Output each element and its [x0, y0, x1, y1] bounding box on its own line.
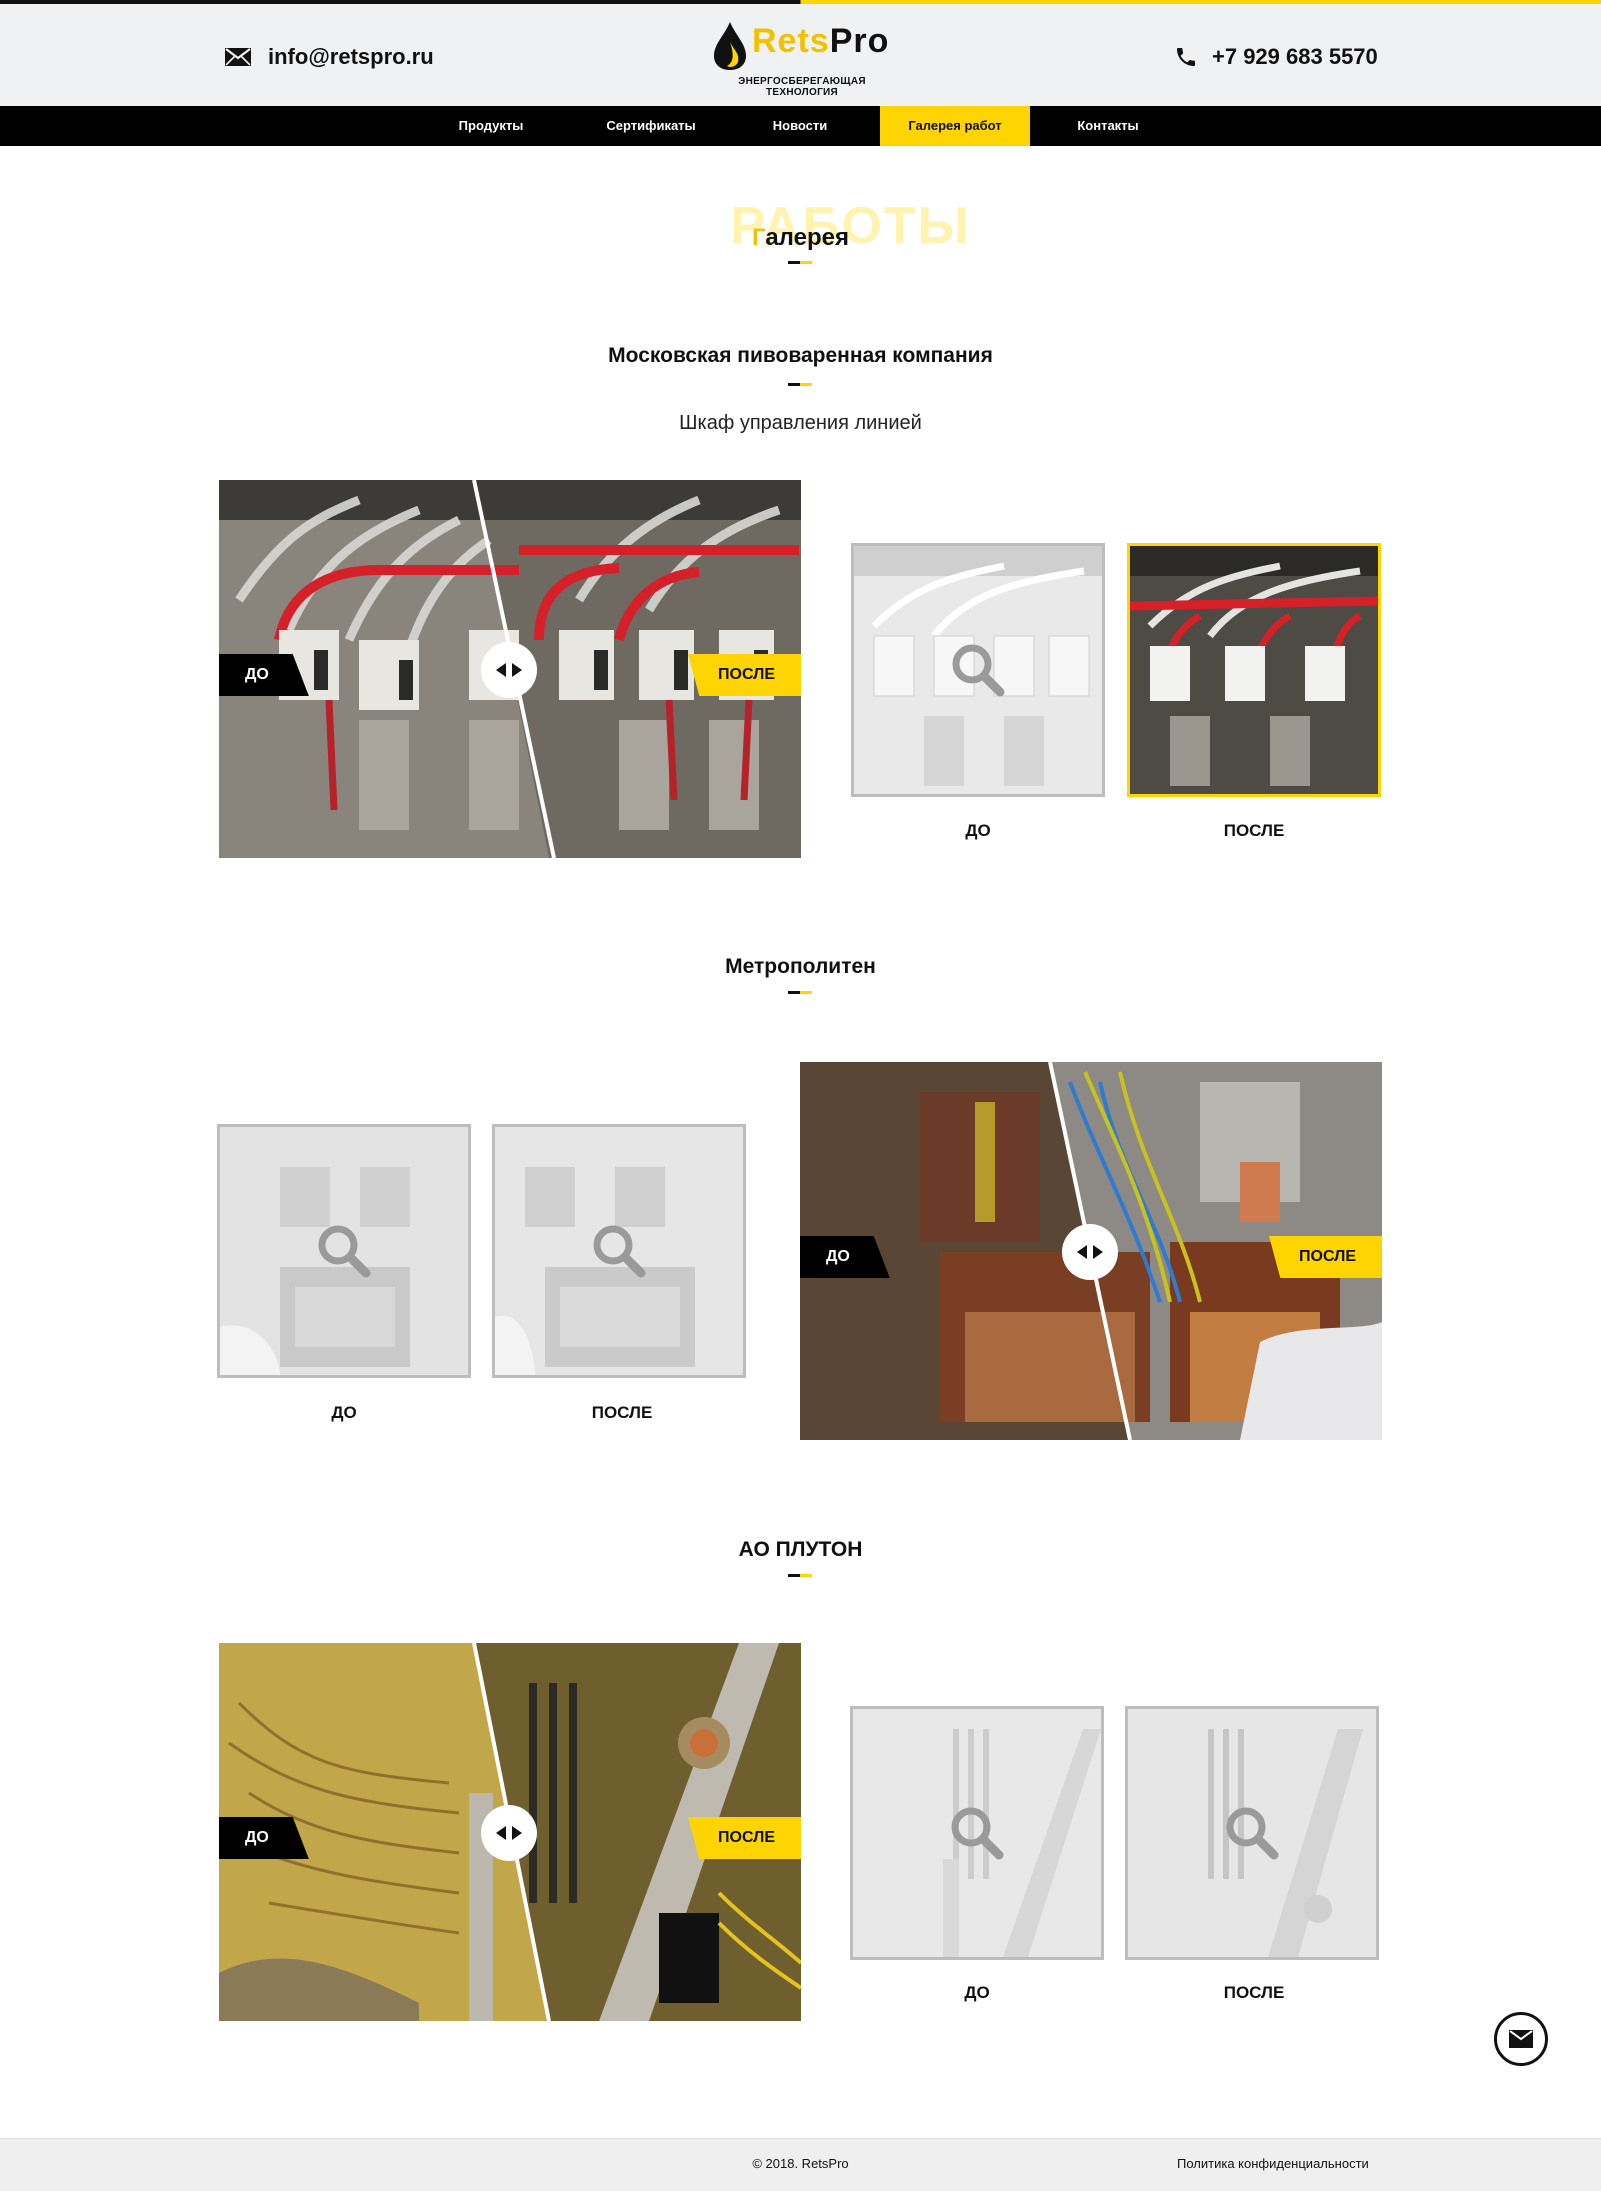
thumb-before-metro[interactable] — [217, 1124, 471, 1378]
section-title-pluton: АО ПЛУТОН — [738, 1538, 863, 1561]
thumb-before-pluton[interactable] — [850, 1706, 1104, 1960]
section-underline — [788, 991, 812, 994]
magnifier-icon — [593, 1225, 646, 1278]
thumb-label: ПОСЛЕ — [1223, 1983, 1285, 2002]
nav-item-news[interactable]: Новости — [752, 106, 848, 146]
thumb-after-pluton[interactable] — [1125, 1706, 1379, 1960]
thumb-label: ДО — [964, 1983, 990, 2002]
header-email: info@retspro.ru — [268, 44, 434, 69]
logo[interactable]: RetsPro ЭНЕРГОСБЕРЕГАЮЩАЯ ТЕХНОЛОГИЯ — [712, 18, 892, 98]
mail-icon — [1509, 2030, 1533, 2048]
magnifier-icon — [952, 644, 1005, 697]
slider-handle[interactable] — [481, 642, 537, 698]
section-underline — [788, 383, 812, 386]
slider-handle[interactable] — [1062, 1224, 1118, 1280]
thumb-photo — [1130, 546, 1378, 794]
header-phone-link[interactable]: +7 929 683 5570 — [1174, 44, 1378, 70]
after-badge: ПОСЛЕ — [688, 1817, 801, 1859]
magnifier-icon — [951, 1807, 1004, 1860]
thumb-label: ДО — [965, 821, 991, 840]
nav-item-contacts[interactable]: Контакты — [1056, 106, 1160, 146]
logo-brand-part-b: Pro — [829, 22, 890, 60]
slider-handle[interactable] — [481, 1805, 537, 1861]
header: info@retspro.ru RetsPro ЭНЕРГОСБЕРЕГАЮЩА… — [0, 4, 1601, 106]
thumb-label: ПОСЛЕ — [591, 1403, 653, 1422]
left-right-arrows-icon — [1077, 1245, 1103, 1259]
section-title-brewery: Московская пивоваренная компания — [608, 344, 993, 367]
nav-item-gallery[interactable]: Галерея работ — [880, 106, 1030, 146]
after-badge: ПОСЛЕ — [688, 654, 801, 696]
left-right-arrows-icon — [496, 1826, 522, 1840]
header-email-link[interactable]: info@retspro.ru — [224, 44, 434, 70]
page-title-rest: алерея — [765, 224, 849, 251]
thumb-after-brewery[interactable] — [1127, 543, 1381, 797]
after-badge: ПОСЛЕ — [1269, 1236, 1382, 1278]
thumb-label: ПОСЛЕ — [1223, 821, 1285, 840]
main-nav: Продукты Сертификаты Новости Галерея раб… — [0, 106, 1601, 146]
contact-float-button[interactable] — [1494, 2012, 1548, 2066]
thumb-before-brewery[interactable] — [851, 543, 1105, 797]
logo-tagline: ЭНЕРГОСБЕРЕГАЮЩАЯ ТЕХНОЛОГИЯ — [738, 76, 866, 98]
section-title-metro: Метрополитен — [725, 955, 876, 978]
page-title: Галерея — [0, 224, 1601, 252]
footer: © 2018. RetsPro Политика конфиденциально… — [0, 2138, 1601, 2191]
magnifier-icon — [1226, 1807, 1279, 1860]
privacy-policy-link[interactable]: Политика конфиденциальности — [1177, 2156, 1369, 2171]
before-after-slider-metro[interactable]: ДО ПОСЛЕ — [800, 1062, 1382, 1440]
header-phone: +7 929 683 5570 — [1212, 44, 1378, 69]
section-subtitle-brewery: Шкаф управления линией — [679, 412, 922, 434]
magnifier-icon — [318, 1225, 371, 1278]
page-title-accent-letter: Г — [752, 224, 766, 251]
logo-brand-part-a: Rets — [752, 22, 830, 60]
page-title-underline — [788, 261, 812, 264]
nav-item-certificates[interactable]: Сертификаты — [590, 106, 712, 146]
thumb-label: ДО — [331, 1403, 357, 1422]
nav-item-products[interactable]: Продукты — [432, 106, 550, 146]
logo-brand: RetsPro — [752, 22, 889, 61]
phone-icon — [1177, 48, 1195, 66]
page: info@retspro.ru RetsPro ЭНЕРГОСБЕРЕГАЮЩА… — [0, 0, 1601, 2191]
left-right-arrows-icon — [496, 663, 522, 677]
flame-drop-icon — [714, 22, 746, 70]
before-after-slider-pluton[interactable]: ДО ПОСЛЕ — [219, 1643, 801, 2021]
envelope-icon — [225, 48, 251, 66]
section-underline — [788, 1574, 812, 1577]
before-after-slider-brewery[interactable]: ДО ПОСЛЕ — [219, 480, 801, 858]
thumb-after-metro[interactable] — [492, 1124, 746, 1378]
